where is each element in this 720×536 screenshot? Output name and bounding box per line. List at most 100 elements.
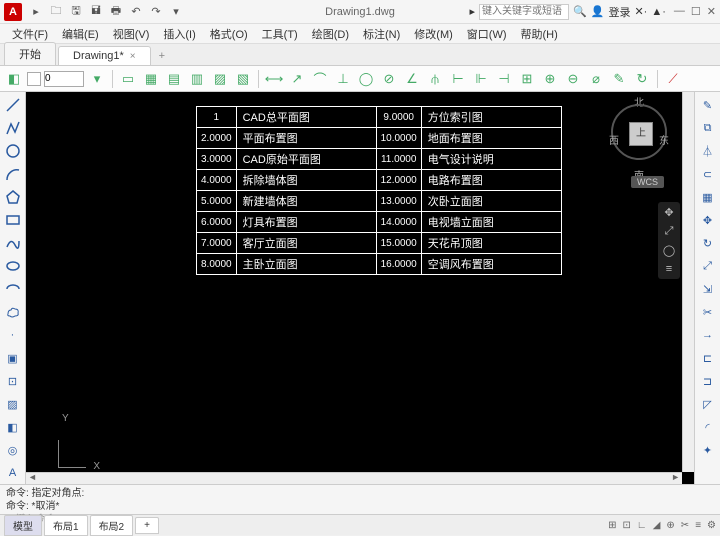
layer-color-icon[interactable]: [27, 72, 41, 86]
drawing-canvas[interactable]: 北 西 上 东 南 WCS ✥ ⤢ ◯ ≡ 1CAD总平面图9.0000方位索引…: [26, 92, 694, 484]
spline-icon[interactable]: [4, 234, 22, 252]
menu-view[interactable]: 视图(V): [107, 26, 156, 42]
dim-space-icon[interactable]: ⊩: [471, 69, 491, 89]
wcs-badge[interactable]: WCS: [631, 176, 664, 188]
menu-file[interactable]: 文件(F): [6, 26, 54, 42]
offset-icon[interactable]: ⊂: [699, 165, 717, 183]
menu-window[interactable]: 窗口(W): [461, 26, 513, 42]
dim-radius-icon[interactable]: ◯: [356, 69, 376, 89]
vertical-scrollbar[interactable]: [682, 92, 694, 472]
explode-icon[interactable]: ✦: [699, 441, 717, 459]
inspect-icon[interactable]: ⊖: [563, 69, 583, 89]
status-tab-model[interactable]: 模型: [4, 515, 42, 536]
search-input[interactable]: [479, 4, 569, 20]
break-icon[interactable]: ⊏: [699, 349, 717, 367]
tool-icon[interactable]: ▧: [233, 69, 253, 89]
print-icon[interactable]: 🖶: [108, 4, 124, 20]
tolerance-icon[interactable]: ⊞: [517, 69, 537, 89]
close-icon[interactable]: ✕: [707, 5, 716, 18]
status-tab-layout2[interactable]: 布局2: [90, 515, 134, 536]
text-icon[interactable]: A: [4, 464, 22, 482]
circle-icon[interactable]: [4, 142, 22, 160]
ellipse-icon[interactable]: [4, 257, 22, 275]
menu-edit[interactable]: 编辑(E): [56, 26, 105, 42]
join-icon[interactable]: ⊐: [699, 372, 717, 390]
rectangle-icon[interactable]: [4, 211, 22, 229]
dim-angular-icon[interactable]: ∠: [402, 69, 422, 89]
redo-icon[interactable]: ↷: [148, 4, 164, 20]
app-logo[interactable]: A: [4, 3, 22, 21]
move-icon[interactable]: ✥: [699, 211, 717, 229]
block-icon[interactable]: ▣: [4, 349, 22, 367]
tool-icon[interactable]: ▥: [187, 69, 207, 89]
polyline-icon[interactable]: [4, 119, 22, 137]
jog-icon[interactable]: ⌀: [586, 69, 606, 89]
fillet-icon[interactable]: ◜: [699, 418, 717, 436]
open-icon[interactable]: 🗀: [48, 4, 64, 20]
user-icon[interactable]: 👤: [591, 5, 605, 18]
login-link[interactable]: 登录: [608, 4, 630, 20]
line-icon[interactable]: [4, 96, 22, 114]
tab-drawing[interactable]: Drawing1*×: [58, 46, 151, 65]
tool-icon[interactable]: ▤: [164, 69, 184, 89]
menu-tools[interactable]: 工具(T): [256, 26, 304, 42]
express-icon[interactable]: ⟋: [663, 69, 683, 89]
menu-insert[interactable]: 插入(I): [157, 26, 201, 42]
status-tab-layout1[interactable]: 布局1: [44, 515, 88, 536]
rotate-icon[interactable]: ↻: [699, 234, 717, 252]
minimize-icon[interactable]: —: [674, 5, 685, 18]
dropdown-icon[interactable]: ▾: [168, 4, 184, 20]
gradient-icon[interactable]: ◧: [4, 418, 22, 436]
command-line[interactable]: 命令: 指定对角点: 命令: *取消* ▸ 键入命令: [0, 484, 720, 514]
arc-icon[interactable]: [4, 165, 22, 183]
mirror-icon[interactable]: ⏃: [699, 142, 717, 160]
dim-continue-icon[interactable]: ⊢: [448, 69, 468, 89]
dim-arc-icon[interactable]: ⌒: [310, 69, 330, 89]
layer-input[interactable]: [44, 71, 84, 87]
pan-icon[interactable]: ✥: [664, 206, 673, 219]
horizontal-scrollbar[interactable]: [26, 472, 682, 484]
search-icon[interactable]: 🔍: [573, 5, 587, 18]
edit-icon[interactable]: ✎: [609, 69, 629, 89]
ellipse-arc-icon[interactable]: [4, 280, 22, 298]
tab-start[interactable]: 开始: [4, 42, 56, 65]
point-icon[interactable]: ⊡: [4, 372, 22, 390]
scale-icon[interactable]: ⤢: [699, 257, 717, 275]
center-mark-icon[interactable]: ⊕: [540, 69, 560, 89]
status-tab-add[interactable]: +: [135, 517, 159, 534]
dim-aligned-icon[interactable]: ↗: [287, 69, 307, 89]
wheel-icon[interactable]: ≡: [666, 263, 672, 275]
tool-icon[interactable]: ▨: [210, 69, 230, 89]
dim-ordinate-icon[interactable]: ⊥: [333, 69, 353, 89]
dim-diameter-icon[interactable]: ⊘: [379, 69, 399, 89]
menu-dimension[interactable]: 标注(N): [357, 26, 406, 42]
chamfer-icon[interactable]: ◸: [699, 395, 717, 413]
layer-drop-icon[interactable]: ▾: [87, 69, 107, 89]
hatch-icon[interactable]: ▨: [4, 395, 22, 413]
help-icon[interactable]: ▲·: [651, 6, 666, 18]
dot-icon[interactable]: ·: [4, 326, 22, 344]
copy-icon[interactable]: ⧉: [699, 119, 717, 137]
menu-modify[interactable]: 修改(M): [408, 26, 459, 42]
dim-break-icon[interactable]: ⊣: [494, 69, 514, 89]
saveas-icon[interactable]: 🖬: [88, 4, 104, 20]
orbit-icon[interactable]: ◯: [663, 244, 675, 257]
menu-draw[interactable]: 绘图(D): [306, 26, 355, 42]
tab-add-icon[interactable]: +: [153, 47, 171, 65]
dim-baseline-icon[interactable]: ⫛: [425, 69, 445, 89]
dim-linear-icon[interactable]: ⟷: [264, 69, 284, 89]
undo-icon[interactable]: ↶: [128, 4, 144, 20]
new-icon[interactable]: ▸: [28, 4, 44, 20]
tool-icon[interactable]: ▦: [141, 69, 161, 89]
save-icon[interactable]: 🖫: [68, 4, 84, 20]
region-icon[interactable]: ◎: [4, 441, 22, 459]
exchange-icon[interactable]: ✕·: [634, 5, 647, 18]
extend-icon[interactable]: →: [699, 326, 717, 344]
zoom-icon[interactable]: ⤢: [665, 225, 674, 238]
menu-help[interactable]: 帮助(H): [515, 26, 564, 42]
update-icon[interactable]: ↻: [632, 69, 652, 89]
menu-format[interactable]: 格式(O): [204, 26, 254, 42]
layer-state-icon[interactable]: ◧: [4, 69, 24, 89]
tool-icon[interactable]: ▭: [118, 69, 138, 89]
polygon-icon[interactable]: [4, 188, 22, 206]
